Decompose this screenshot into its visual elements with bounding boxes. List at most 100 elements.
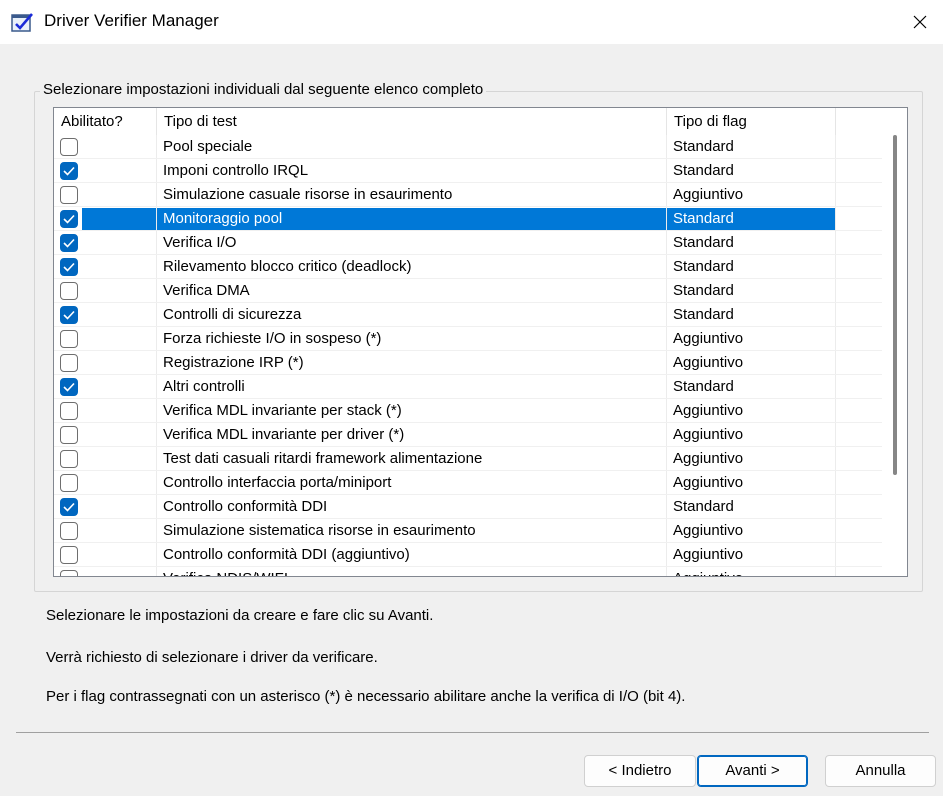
table-row[interactable]: Pool speciale Standard bbox=[54, 135, 882, 159]
enabled-cell bbox=[54, 135, 157, 159]
table-row[interactable]: Rilevamento blocco critico (deadlock) Sta… bbox=[54, 255, 882, 279]
table-row[interactable]: Verifica DMA Standard bbox=[54, 279, 882, 303]
enabled-checkbox[interactable] bbox=[60, 378, 78, 396]
table-row[interactable]: Altri controlli Standard bbox=[54, 375, 882, 399]
table-row[interactable]: Simulazione casuale risorse in esaurimen… bbox=[54, 183, 882, 207]
window-title: Driver Verifier Manager bbox=[44, 11, 219, 30]
flag-type-cell: Aggiuntivo bbox=[667, 351, 836, 375]
filler-cell bbox=[836, 543, 881, 567]
cancel-button[interactable]: Annulla bbox=[825, 755, 936, 787]
filler-cell bbox=[836, 303, 881, 327]
table-row[interactable]: Simulazione sistematica risorse in esaur… bbox=[54, 519, 882, 543]
enabled-checkbox[interactable] bbox=[60, 402, 78, 420]
test-type-cell: Altri controlli bbox=[157, 375, 667, 399]
test-type-cell: Verifica DMA bbox=[157, 279, 667, 303]
enabled-cell bbox=[54, 351, 157, 375]
table-row[interactable]: Verifica NDIS/WIFIAggiuntivo bbox=[54, 567, 882, 576]
vertical-scrollbar[interactable] bbox=[883, 108, 907, 576]
flag-type-cell: Aggiuntivo bbox=[667, 399, 836, 423]
flag-type-cell: Standard bbox=[667, 495, 836, 519]
list-rows: Pool speciale Standard Imponi controllo IR… bbox=[54, 135, 882, 576]
flag-type-cell: Standard bbox=[667, 231, 836, 255]
test-type-cell: Registrazione IRP (*) bbox=[157, 351, 667, 375]
enabled-checkbox[interactable] bbox=[60, 426, 78, 444]
test-type-cell: Verifica MDL invariante per driver (*) bbox=[157, 423, 667, 447]
enabled-cell bbox=[54, 207, 157, 231]
table-row[interactable]: Forza richieste I/O in sospeso (*) Aggiun… bbox=[54, 327, 882, 351]
table-row[interactable]: Controllo conformità DDI Standard bbox=[54, 495, 882, 519]
tests-list[interactable]: Abilitato? Tipo di test Tipo di flag Poo… bbox=[53, 107, 908, 577]
checkmark-icon bbox=[63, 238, 75, 248]
flag-type-cell: Aggiuntivo bbox=[667, 543, 836, 567]
close-button[interactable] bbox=[897, 0, 943, 44]
table-row[interactable]: Verifica MDL invariante per stack (*) Agg… bbox=[54, 399, 882, 423]
enabled-checkbox[interactable] bbox=[60, 450, 78, 468]
table-row[interactable]: Controllo conformità DDI (aggiuntivo) Agg… bbox=[54, 543, 882, 567]
filler-cell bbox=[836, 567, 881, 576]
enabled-checkbox[interactable] bbox=[60, 330, 78, 348]
flag-type-cell: Standard bbox=[667, 207, 836, 231]
enabled-checkbox[interactable] bbox=[60, 474, 78, 492]
enabled-checkbox[interactable] bbox=[60, 186, 78, 204]
filler-cell bbox=[836, 447, 881, 471]
enabled-cell bbox=[54, 255, 157, 279]
back-button[interactable]: < Indietro bbox=[584, 755, 696, 787]
flag-type-cell: Aggiuntivo bbox=[667, 567, 836, 576]
test-type-cell: Test dati casuali ritardi framework alim… bbox=[157, 447, 667, 471]
close-icon bbox=[913, 15, 927, 29]
table-row[interactable]: Imponi controllo IRQL Standard bbox=[54, 159, 882, 183]
test-type-cell: Pool speciale bbox=[157, 135, 667, 159]
info-text-next: Selezionare le impostazioni da creare e … bbox=[46, 607, 434, 624]
enabled-cell bbox=[54, 543, 157, 567]
enabled-cell bbox=[54, 279, 157, 303]
filler-cell bbox=[836, 375, 881, 399]
flag-type-cell: Standard bbox=[667, 255, 836, 279]
table-row[interactable]: Verifica I/O Standard bbox=[54, 231, 882, 255]
flag-type-cell: Standard bbox=[667, 159, 836, 183]
checkmark-icon bbox=[63, 214, 75, 224]
enabled-checkbox[interactable] bbox=[60, 258, 78, 276]
enabled-checkbox[interactable] bbox=[60, 282, 78, 300]
enabled-checkbox[interactable] bbox=[60, 138, 78, 156]
column-header-enabled[interactable]: Abilitato? bbox=[54, 108, 157, 135]
groupbox-label: Selezionare impostazioni individuali dal… bbox=[40, 81, 487, 98]
flag-type-cell: Aggiuntivo bbox=[667, 183, 836, 207]
test-type-cell: Verifica NDIS/WIFI bbox=[157, 567, 667, 576]
filler-cell bbox=[836, 399, 881, 423]
flag-type-cell: Standard bbox=[667, 279, 836, 303]
enabled-checkbox[interactable] bbox=[60, 234, 78, 252]
enabled-checkbox[interactable] bbox=[60, 570, 78, 576]
enabled-checkbox[interactable] bbox=[60, 354, 78, 372]
table-row[interactable]: Monitoraggio pool Standard bbox=[54, 207, 882, 231]
filler-cell bbox=[836, 423, 881, 447]
flag-type-cell: Aggiuntivo bbox=[667, 447, 836, 471]
checkmark-icon bbox=[63, 382, 75, 392]
column-header-flag-type[interactable]: Tipo di flag bbox=[667, 108, 836, 135]
enabled-checkbox[interactable] bbox=[60, 498, 78, 516]
table-row[interactable]: Controllo interfaccia porta/miniport Aggi… bbox=[54, 471, 882, 495]
enabled-cell bbox=[54, 183, 157, 207]
enabled-checkbox[interactable] bbox=[60, 210, 78, 228]
table-row[interactable]: Verifica MDL invariante per driver (*) Ag… bbox=[54, 423, 882, 447]
enabled-checkbox[interactable] bbox=[60, 306, 78, 324]
enabled-cell bbox=[54, 423, 157, 447]
enabled-checkbox[interactable] bbox=[60, 546, 78, 564]
info-text-asterisk: Per i flag contrassegnati con un asteris… bbox=[46, 688, 686, 705]
filler-cell bbox=[836, 207, 881, 231]
flag-type-cell: Standard bbox=[667, 375, 836, 399]
enabled-checkbox[interactable] bbox=[60, 162, 78, 180]
table-row[interactable]: Test dati casuali ritardi framework alim… bbox=[54, 447, 882, 471]
test-type-cell: Verifica MDL invariante per stack (*) bbox=[157, 399, 667, 423]
enabled-cell bbox=[54, 495, 157, 519]
table-row[interactable]: Registrazione IRP (*) Aggiuntivo bbox=[54, 351, 882, 375]
scrollbar-thumb[interactable] bbox=[893, 135, 897, 475]
test-type-cell: Simulazione sistematica risorse in esaur… bbox=[157, 519, 667, 543]
next-button[interactable]: Avanti > bbox=[697, 755, 808, 787]
column-header-test-type[interactable]: Tipo di test bbox=[157, 108, 667, 135]
enabled-checkbox[interactable] bbox=[60, 522, 78, 540]
test-type-cell: Controllo interfaccia porta/miniport bbox=[157, 471, 667, 495]
table-row[interactable]: Controlli di sicurezza Standard bbox=[54, 303, 882, 327]
test-type-cell: Imponi controllo IRQL bbox=[157, 159, 667, 183]
flag-type-cell: Standard bbox=[667, 135, 836, 159]
checkmark-icon bbox=[63, 502, 75, 512]
